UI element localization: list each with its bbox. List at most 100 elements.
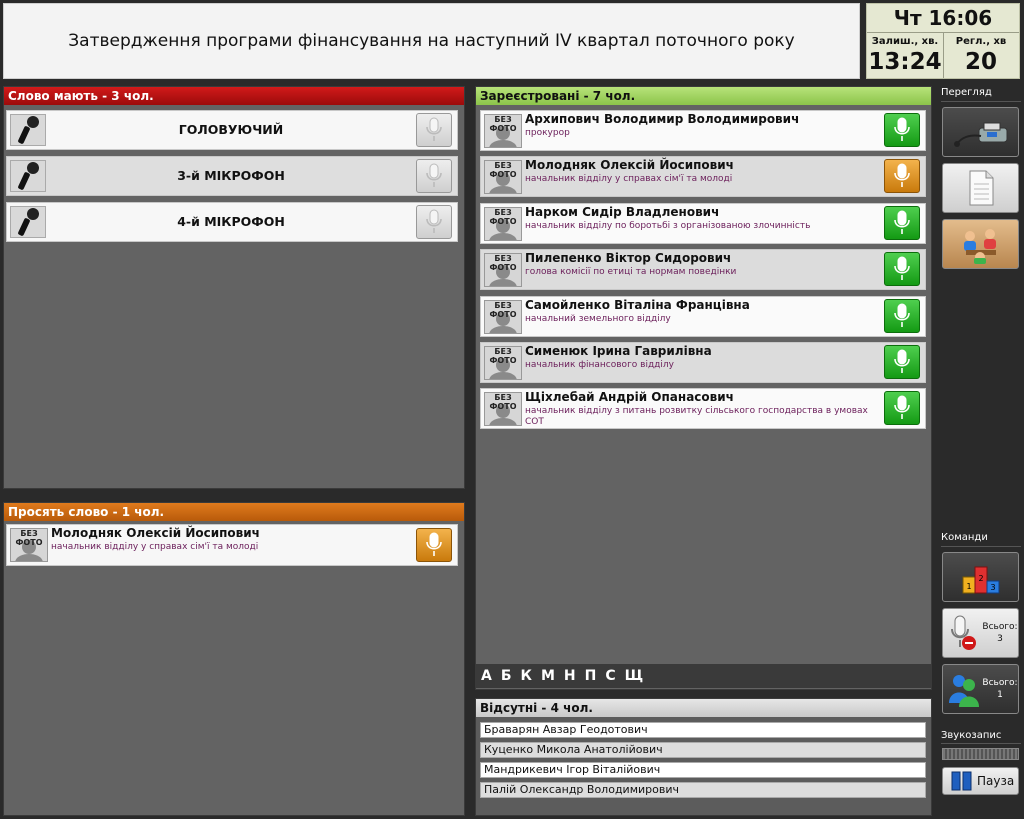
person-position: начальник відділу по боротьбі з організо…	[525, 220, 811, 231]
microphone-icon	[894, 349, 910, 373]
voting-results-button[interactable]: 1 2 3	[942, 552, 1019, 602]
absent-row[interactable]: Браварян Авзар Геодотович	[480, 722, 926, 738]
microphone-icon	[894, 256, 910, 281]
reglament-value: 20	[964, 49, 997, 75]
alphabet-filter: АБКМНПСЩ	[476, 664, 931, 688]
requests-header: Просять слово - 1 чол.	[4, 503, 464, 521]
handheld-mic-box	[10, 160, 46, 192]
no-photo-placeholder: БЕЗ ФОТО	[484, 299, 522, 334]
mic-toggle-button[interactable]	[884, 205, 920, 240]
mic-total-value: 3	[997, 634, 1003, 644]
person-position: прокурор	[525, 128, 570, 138]
mic-toggle-button[interactable]	[884, 113, 920, 147]
no-photo-placeholder: БЕЗ ФОТО	[484, 114, 522, 148]
handheld-mic-box	[10, 206, 46, 238]
pause-label: Пауза	[977, 774, 1015, 788]
pause-icon	[951, 771, 972, 791]
alphabet-letter[interactable]: С	[605, 668, 615, 684]
microphone-icon	[426, 117, 442, 141]
conference-view-button[interactable]	[942, 107, 1019, 157]
participants-total-value: 1	[997, 690, 1003, 700]
registered-header: Зареєстровані - 7 чол.	[476, 87, 931, 105]
mic-off-icon	[951, 615, 976, 650]
clock-panel: Чт 16:06 Залиш., хв. Регл., хв 13:24 20	[866, 3, 1020, 79]
absent-row[interactable]: Куценко Микола Анатолійович	[480, 742, 926, 758]
alphabet-letter[interactable]: Н	[564, 668, 576, 684]
registered-row[interactable]: БЕЗ ФОТО Сименюк Ірина Гаврилівна начальник…	[480, 342, 926, 383]
commands-label: Команди	[941, 532, 988, 543]
sound-label: Звукозапис	[941, 730, 1002, 741]
person-name: Архипович Володимир Володимирович	[525, 112, 800, 126]
speaker-label: 3-й МІКРОФОН	[177, 168, 285, 183]
registered-row[interactable]: БЕЗ ФОТО Архипович Володимир Володимирович…	[480, 110, 926, 151]
mic-off-all-button[interactable]: Всього: 3	[942, 608, 1019, 658]
mic-toggle-button[interactable]	[884, 298, 920, 333]
speaker-label: 4-й МІКРОФОН	[177, 214, 285, 229]
person-name: Пилепенко Віктор Сидорович	[525, 251, 732, 266]
document-view-button[interactable]	[942, 163, 1019, 213]
svg-text:3: 3	[990, 583, 995, 592]
microphone-icon	[894, 163, 910, 188]
podium-icon: 1 2 3	[962, 566, 999, 594]
document-icon	[969, 170, 993, 206]
microphone-icon	[894, 303, 910, 327]
speaker-row[interactable]: 3-й МІКРОФОН	[6, 156, 458, 196]
handheld-mic-box	[10, 114, 46, 146]
registered-row[interactable]: БЕЗ ФОТО Пилепенко Віктор Сидорович голова …	[480, 249, 926, 291]
agenda-topic: Затвердження програми фінансування на на…	[3, 3, 860, 79]
microphone-icon	[894, 117, 910, 141]
mic-toggle-button[interactable]	[416, 205, 452, 239]
meeting-view-button[interactable]	[942, 219, 1019, 269]
no-photo-placeholder: БЕЗ ФОТО	[484, 206, 522, 241]
participants-button[interactable]: Всього: 1	[942, 664, 1019, 714]
mic-toggle-button[interactable]	[884, 391, 920, 426]
mic-toggle-button[interactable]	[416, 159, 452, 193]
users-icon	[949, 675, 979, 707]
registered-row[interactable]: БЕЗ ФОТО Щіхлебай Андрій Опанасович начальн…	[480, 388, 926, 430]
registered-row[interactable]: БЕЗ ФОТО Самойленко Віталіна Францівна нача…	[480, 295, 926, 337]
svg-text:2: 2	[978, 574, 983, 583]
no-photo-placeholder: БЕЗ ФОТО	[484, 346, 522, 380]
conference-unit-icon	[953, 122, 1007, 147]
alphabet-letter[interactable]: Б	[501, 668, 512, 684]
alphabet-letter[interactable]: Щ	[625, 668, 644, 684]
person-name: Самойленко Віталіна Францівна	[525, 297, 750, 312]
no-photo-placeholder: БЕЗ ФОТО	[484, 253, 522, 288]
mic-toggle-button[interactable]	[884, 345, 920, 379]
alphabet-letter[interactable]: А	[481, 668, 492, 684]
absent-row[interactable]: Палій Олександр Володимирович	[480, 782, 926, 798]
handheld-mic-icon	[18, 208, 39, 236]
microphone-icon	[426, 532, 442, 556]
person-name: Щіхлебай Андрій Опанасович	[525, 390, 734, 405]
speaker-row[interactable]: ГОЛОВУЮЧИЙ	[6, 110, 458, 150]
request-row[interactable]: БЕЗ ФОТО Молодняк Олексій Йосипович начальн…	[6, 524, 458, 566]
person-position: начальник відділу з питань розвитку сіль…	[525, 406, 868, 428]
speakers-header: Слово мають - 3 чол.	[4, 87, 464, 105]
no-photo-placeholder: БЕЗ ФОТО	[484, 160, 522, 195]
no-photo-placeholder: БЕЗ ФОТО	[10, 528, 48, 562]
registered-row[interactable]: БЕЗ ФОТО Молодняк Олексій Йосипович начальн…	[480, 156, 926, 198]
recording-level-meter	[942, 748, 1019, 760]
remaining-label: Залиш., хв.	[871, 36, 939, 47]
absent-row[interactable]: Мандрикевич Ігор Віталійович	[480, 762, 926, 778]
mic-toggle-button[interactable]	[884, 252, 920, 287]
reglament-label: Регл., хв	[955, 36, 1007, 47]
person-name: Нарком Сидір Владленович	[525, 204, 720, 219]
person-position: голова комісії по етиці та нормам поведі…	[525, 267, 737, 278]
mic-toggle-button[interactable]	[884, 159, 920, 194]
person-name: Молодняк Олексій Йосипович	[525, 158, 734, 173]
handheld-mic-icon	[18, 162, 39, 190]
alphabet-letter[interactable]: П	[585, 668, 597, 684]
microphone-icon	[426, 163, 442, 187]
registered-row[interactable]: БЕЗ ФОТО Нарком Сидір Владленович начальник…	[480, 202, 926, 244]
alphabet-letter[interactable]: М	[541, 668, 555, 684]
pause-button[interactable]: Пауза	[942, 767, 1019, 795]
speaker-row[interactable]: 4-й МІКРОФОН	[6, 202, 458, 242]
participants-total-label: Всього:	[982, 678, 1018, 688]
person-position: начальний земельного відділу	[525, 313, 671, 324]
person-position: начальник відділу у справах сім'ї та мол…	[525, 174, 733, 185]
alphabet-letter[interactable]: К	[521, 668, 532, 684]
mic-toggle-button[interactable]	[416, 113, 452, 147]
mic-toggle-button[interactable]	[416, 528, 452, 562]
person-position: начальник фінансового відділу	[525, 360, 674, 370]
